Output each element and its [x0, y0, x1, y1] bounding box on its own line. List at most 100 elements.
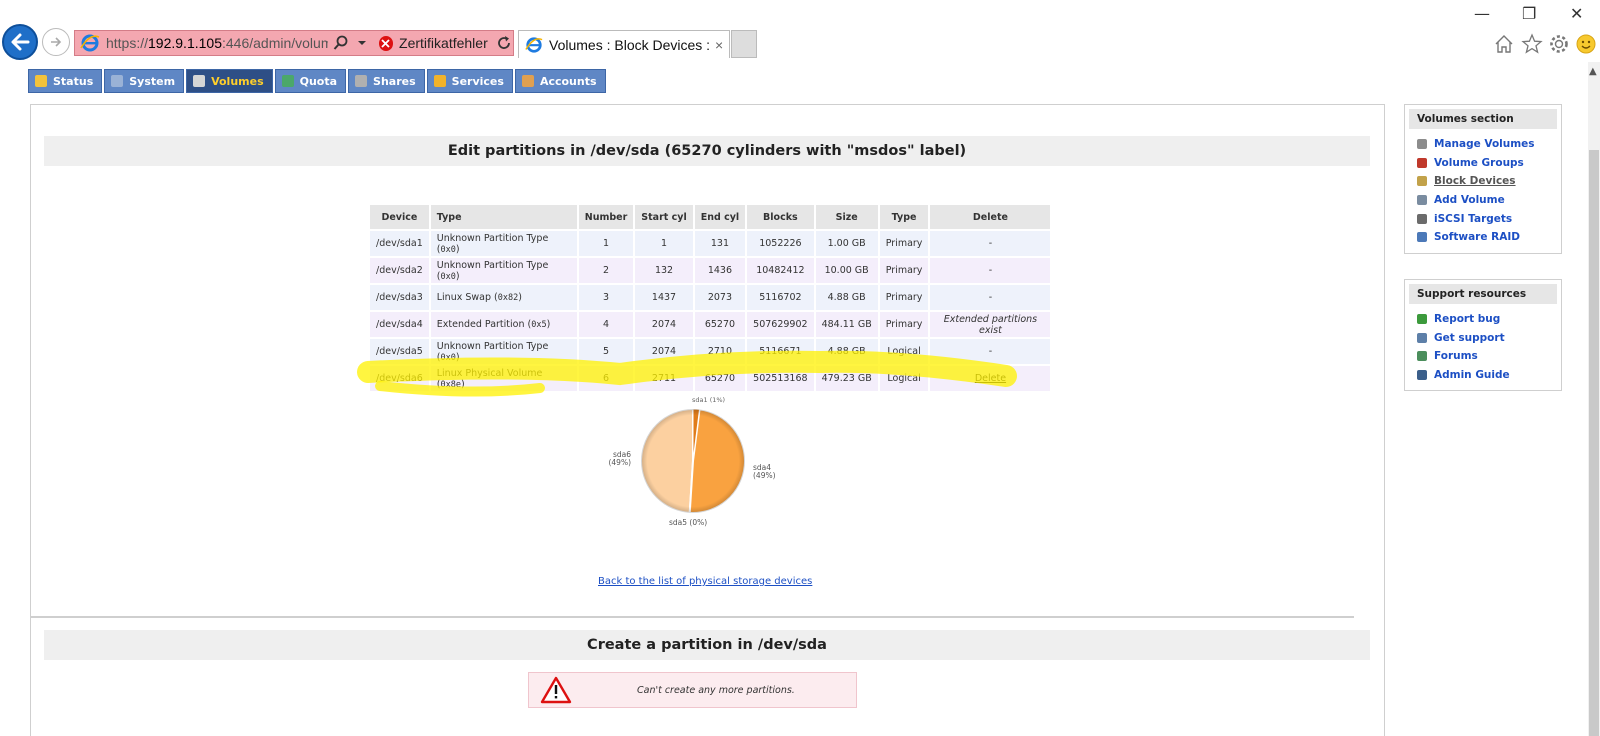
table-header-row: Device Type Number Start cyl End cyl Blo… — [370, 205, 1051, 229]
settings-gear-icon[interactable] — [1547, 32, 1571, 56]
type-cell: Linux Physical Volume (0x8e) — [430, 366, 577, 391]
browser-tab[interactable]: Volumes : Block Devices : E... × — [518, 30, 730, 58]
type-code: 0x0 — [440, 244, 456, 255]
blocks-cell: 5116702 — [747, 285, 814, 310]
ptype-cell: Primary — [879, 231, 929, 256]
section-divider — [31, 616, 1354, 618]
dropdown-chevron-icon[interactable] — [353, 34, 370, 52]
minimize-button[interactable]: — — [1474, 4, 1490, 23]
sidebar-item-report-bug[interactable]: Report bug — [1417, 310, 1561, 329]
sidebar-item-iscsi-targets[interactable]: iSCSI Targets — [1417, 209, 1561, 228]
feedback-smiley-icon[interactable] — [1574, 32, 1598, 56]
pie-label-small: sda1 (1%) — [692, 396, 725, 404]
sidebar-item-forums[interactable]: Forums — [1417, 347, 1561, 366]
nav-tab-label: Quota — [299, 74, 338, 88]
ptype-cell: Primary — [879, 312, 929, 337]
page-scrollbar[interactable]: ▲ — [1588, 62, 1600, 736]
window-close-button[interactable]: ✕ — [1570, 4, 1583, 23]
status-icon — [35, 75, 47, 87]
url-text[interactable]: https://192.9.1.105:446/admin/volumes_ed — [106, 35, 328, 51]
type-text: Linux Swap — [436, 292, 492, 303]
nav-tab-label: Services — [451, 74, 504, 88]
number-cell: 1 — [578, 231, 634, 256]
scrollbar-thumb[interactable] — [1589, 150, 1599, 736]
ie-logo-icon — [79, 31, 102, 55]
nav-tab-services[interactable]: Services — [426, 69, 513, 93]
create-warning-text: Can't create any more partitions. — [637, 684, 795, 696]
sidebar-item-add-volume[interactable]: Add Volume — [1417, 191, 1561, 210]
type-code: 0x0 — [440, 352, 456, 363]
pie-label-sda5: sda5 (0%) — [669, 518, 707, 527]
start-cell: 132 — [635, 258, 693, 283]
url-rest: :446/admin/volumes_ed — [221, 35, 329, 51]
sidebar-item-block-devices[interactable]: Block Devices — [1417, 172, 1561, 191]
device-cell: /dev/sda4 — [370, 312, 429, 337]
sidebar-item-admin-guide[interactable]: Admin Guide — [1417, 366, 1561, 385]
start-cell: 1 — [635, 231, 693, 256]
sidebar-item-label: iSCSI Targets — [1434, 212, 1513, 225]
type-cell: Unknown Partition Type (0x0) — [430, 339, 577, 364]
blocks-cell: 5116671 — [747, 339, 814, 364]
column-header: Start cyl — [635, 205, 693, 229]
ptype-cell: Logical — [879, 366, 929, 391]
favorites-star-icon[interactable] — [1520, 32, 1544, 56]
sidebar-item-volume-groups[interactable]: Volume Groups — [1417, 154, 1561, 173]
book-icon — [1417, 370, 1427, 381]
type-text: Unknown Partition Type — [436, 340, 549, 352]
back-to-storage-link[interactable]: Back to the list of physical storage dev… — [598, 576, 812, 587]
type-code: 0x82 — [497, 293, 519, 303]
sidebar-item-manage-volumes[interactable]: Manage Volumes — [1417, 135, 1561, 154]
add-volume-icon — [1417, 195, 1427, 206]
sidebar-item-label: Get support — [1434, 331, 1505, 344]
start-cell: 2074 — [635, 312, 693, 337]
sidebar-item-label: Report bug — [1434, 313, 1501, 326]
ptype-cell: Primary — [879, 285, 929, 310]
address-bar[interactable]: https://192.9.1.105:446/admin/volumes_ed… — [74, 30, 514, 56]
volume-groups-icon — [1417, 157, 1427, 168]
start-cell: 1437 — [635, 285, 693, 310]
column-header: End cyl — [694, 205, 746, 229]
nav-tab-quota[interactable]: Quota — [274, 69, 347, 93]
cert-error-label[interactable]: Zertifikatfehler — [399, 35, 488, 51]
nav-tab-label: Status — [53, 74, 94, 88]
type-text: Unknown Partition Type — [436, 259, 549, 271]
nav-tab-shares[interactable]: Shares — [348, 69, 425, 93]
sidebar-item-software-raid[interactable]: Software RAID — [1417, 228, 1561, 247]
tab-close-icon[interactable]: × — [715, 37, 723, 53]
sidebar-item-label: Volume Groups — [1434, 156, 1524, 169]
search-icon[interactable] — [332, 34, 349, 52]
accounts-icon — [521, 75, 534, 87]
ptype-cell: Logical — [879, 339, 929, 364]
start-cell: 2074 — [635, 339, 693, 364]
start-cell: 2711 — [635, 366, 693, 391]
refresh-icon[interactable] — [496, 34, 513, 52]
device-cell: /dev/sda6 — [370, 366, 429, 391]
new-tab-button[interactable] — [731, 30, 757, 58]
cert-error-icon[interactable] — [378, 35, 394, 51]
restore-button[interactable]: ❐ — [1522, 4, 1536, 23]
device-cell: /dev/sda3 — [370, 285, 429, 310]
ie-logo-icon — [523, 34, 545, 56]
scroll-up-icon[interactable]: ▲ — [1589, 66, 1597, 77]
nav-tab-accounts[interactable]: Accounts — [514, 69, 606, 93]
size-cell: 10.00 GB — [815, 258, 878, 283]
column-header: Blocks — [747, 205, 814, 229]
forward-button[interactable] — [42, 28, 70, 56]
main-nav: Status System Volumes Quota Shares Servi… — [28, 69, 606, 93]
nav-tab-system[interactable]: System — [104, 69, 185, 93]
back-button[interactable] — [2, 24, 38, 60]
home-icon[interactable] — [1492, 32, 1516, 56]
nav-tab-status[interactable]: Status — [28, 69, 103, 93]
sidebar-item-get-support[interactable]: Get support — [1417, 329, 1561, 348]
delete-cell: - — [930, 231, 1051, 256]
volumes-icon — [193, 75, 206, 87]
partitions-table: Device Type Number Start cyl End cyl Blo… — [368, 203, 1052, 393]
type-cell: Linux Swap (0x82) — [430, 285, 577, 310]
device-cell: /dev/sda1 — [370, 231, 429, 256]
delete-cell: - — [930, 258, 1051, 283]
nav-tab-volumes[interactable]: Volumes — [186, 69, 273, 93]
table-row: /dev/sda2 Unknown Partition Type (0x0) 2… — [370, 258, 1051, 283]
screen: { "browser": { "url_prefix": "https://",… — [0, 0, 1600, 736]
delete-link[interactable]: Delete — [975, 373, 1006, 384]
shares-icon — [355, 75, 368, 87]
